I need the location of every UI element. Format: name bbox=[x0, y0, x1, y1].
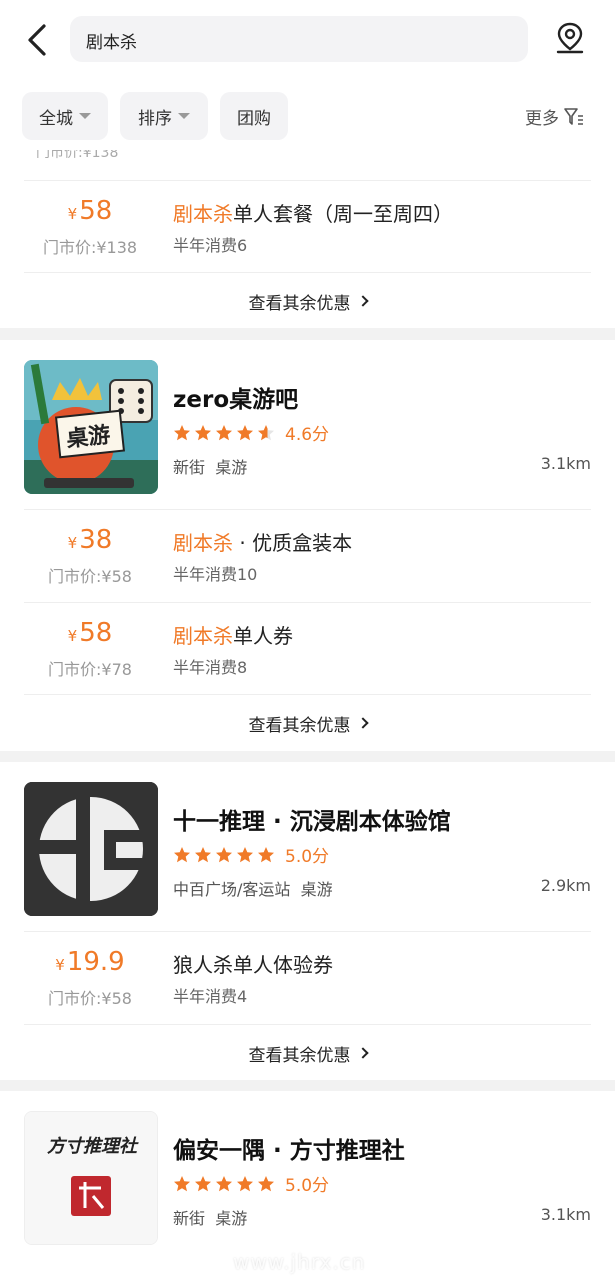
filter-bar: 全城 排序 团购 更多 bbox=[0, 92, 615, 140]
star-icon bbox=[195, 1175, 211, 1191]
deal-price: ¥38 bbox=[67, 525, 113, 555]
svg-text:桌游: 桌游 bbox=[65, 422, 111, 452]
shop-thumbnail[interactable]: 桌游 bbox=[24, 360, 158, 494]
chevron-right-icon bbox=[356, 295, 369, 307]
deal-price: ¥58 bbox=[67, 618, 113, 648]
original-price: 门市价:¥138 bbox=[42, 238, 138, 257]
star-icon bbox=[174, 424, 190, 440]
shop-rating: 5.0分 bbox=[173, 842, 329, 867]
search-query: 剧本杀 bbox=[86, 33, 137, 53]
watermark-text: www.jhrx.cn bbox=[233, 1250, 366, 1274]
star-icon bbox=[195, 424, 211, 440]
more-filters-label: 更多 bbox=[525, 109, 559, 129]
star-icon bbox=[258, 846, 274, 862]
search-input[interactable]: 剧本杀 bbox=[70, 16, 528, 62]
deal-sales: 半年消费8 bbox=[173, 658, 248, 677]
deal-item[interactable]: ¥58 门市价:¥78 剧本杀单人券 半年消费8 bbox=[0, 602, 615, 694]
original-price: 门市价:¥58 bbox=[48, 989, 132, 1008]
shop-meta: 新街 桌游 bbox=[173, 1205, 247, 1229]
chevron-right-icon bbox=[356, 1047, 369, 1059]
city-filter-dropdown[interactable]: 全城 bbox=[22, 92, 108, 140]
deal-price: ¥19.9 bbox=[55, 947, 125, 977]
see-more-deals-button[interactable]: 查看其余优惠 bbox=[0, 272, 615, 330]
star-icon bbox=[195, 846, 211, 862]
shop-rating: 5.0分 bbox=[173, 1171, 329, 1196]
top-bar: 剧本杀 全城 排序 团购 更多 bbox=[0, 0, 615, 150]
more-filters-button[interactable]: 更多 bbox=[525, 104, 585, 129]
chevron-right-icon bbox=[356, 717, 369, 729]
star-icon bbox=[174, 846, 190, 862]
shop-card-partial: ¥58 门市价:¥138 剧本杀单人套餐（周一至周四） 半年消费6 查看其余优惠 bbox=[0, 150, 615, 328]
shop-area: 新街 bbox=[173, 1209, 206, 1228]
deal-item[interactable]: ¥19.9 门市价:¥58 狼人杀单人体验券 半年消费4 bbox=[0, 931, 615, 1023]
shop-distance: 2.9km bbox=[540, 876, 591, 895]
see-more-label: 查看其余优惠 bbox=[248, 1045, 351, 1066]
deal-price: ¥58 bbox=[67, 196, 113, 226]
star-icon bbox=[216, 1175, 232, 1191]
back-arrow-icon[interactable] bbox=[22, 22, 52, 58]
shop-meta: 新街 桌游 bbox=[173, 454, 247, 478]
filter-funnel-icon bbox=[564, 107, 583, 125]
shop-thumbnail[interactable]: 方寸推理社 bbox=[24, 1111, 158, 1245]
shop-name[interactable]: 十一推理 · 沉浸剧本体验馆 bbox=[173, 802, 451, 836]
shop-card: 十一推理 · 沉浸剧本体验馆 5.0分 中百广场/客运站 桌游 2.9km ¥1… bbox=[0, 762, 615, 1080]
shop-category: 桌游 bbox=[300, 880, 333, 899]
shop-distance: 3.1km bbox=[540, 454, 591, 473]
deal-sales: 半年消费4 bbox=[173, 987, 248, 1006]
deal-item[interactable]: ¥58 门市价:¥138 剧本杀单人套餐（周一至周四） 半年消费6 bbox=[0, 180, 615, 272]
shop-distance: 3.1km bbox=[540, 1205, 591, 1224]
original-price: 门市价:¥78 bbox=[48, 660, 132, 679]
deal-item[interactable]: ¥38 门市价:¥58 剧本杀 · 优质盒装本 半年消费10 bbox=[0, 509, 615, 601]
shop-name[interactable]: zero桌游吧 bbox=[173, 380, 298, 414]
rating-score: 5.0分 bbox=[285, 847, 330, 867]
star-icon bbox=[258, 424, 274, 440]
shop-area: 中百广场/客运站 bbox=[173, 880, 291, 899]
sort-filter-dropdown[interactable]: 排序 bbox=[120, 92, 208, 140]
see-more-label: 查看其余优惠 bbox=[248, 715, 351, 736]
sort-filter-label: 排序 bbox=[138, 108, 172, 129]
star-icon bbox=[237, 1175, 253, 1191]
original-price: 门市价:¥58 bbox=[48, 567, 132, 586]
rating-stars bbox=[173, 846, 275, 864]
city-filter-label: 全城 bbox=[39, 108, 73, 129]
star-icon bbox=[174, 1175, 190, 1191]
see-more-label: 查看其余优惠 bbox=[248, 293, 351, 314]
star-icon bbox=[216, 846, 232, 862]
deal-sales: 半年消费10 bbox=[173, 565, 258, 584]
deal-title: 剧本杀单人券 bbox=[173, 624, 293, 648]
rating-score: 4.6分 bbox=[285, 425, 330, 445]
shop-area: 新街 bbox=[173, 458, 206, 477]
star-icon bbox=[216, 424, 232, 440]
see-more-deals-button[interactable]: 查看其余优惠 bbox=[0, 1024, 615, 1082]
rating-score: 5.0分 bbox=[285, 1176, 330, 1196]
shop-logo-text: 方寸推理社 bbox=[47, 1136, 139, 1157]
deal-title: 狼人杀单人体验券 bbox=[173, 953, 333, 977]
group-buy-filter[interactable]: 团购 bbox=[220, 92, 288, 140]
shop-category: 桌游 bbox=[215, 1209, 248, 1228]
shop-name[interactable]: 偏安一隅 · 方寸推理社 bbox=[173, 1131, 405, 1165]
star-icon bbox=[237, 846, 253, 862]
shop-thumbnail[interactable] bbox=[24, 782, 158, 916]
deal-sales: 半年消费6 bbox=[173, 236, 248, 255]
star-icon bbox=[258, 1175, 274, 1191]
map-location-icon[interactable] bbox=[552, 20, 588, 56]
group-buy-label: 团购 bbox=[237, 108, 271, 129]
see-more-deals-button[interactable]: 查看其余优惠 bbox=[0, 694, 615, 752]
shop-category: 桌游 bbox=[215, 458, 248, 477]
shop-card: 桌游 zero桌游吧 4.6分 新街 桌游 3.1km ¥38 门市价:¥58 … bbox=[0, 340, 615, 751]
shop-rating: 4.6分 bbox=[173, 420, 329, 445]
deal-title: 剧本杀 · 优质盒装本 bbox=[173, 531, 353, 555]
caret-down-icon bbox=[178, 113, 190, 119]
shop-meta: 中百广场/客运站 桌游 bbox=[173, 876, 333, 900]
rating-stars bbox=[173, 424, 275, 442]
rating-stars bbox=[173, 1175, 275, 1193]
caret-down-icon bbox=[79, 113, 91, 119]
star-icon bbox=[237, 424, 253, 440]
deal-title: 剧本杀单人套餐（周一至周四） bbox=[173, 202, 453, 226]
